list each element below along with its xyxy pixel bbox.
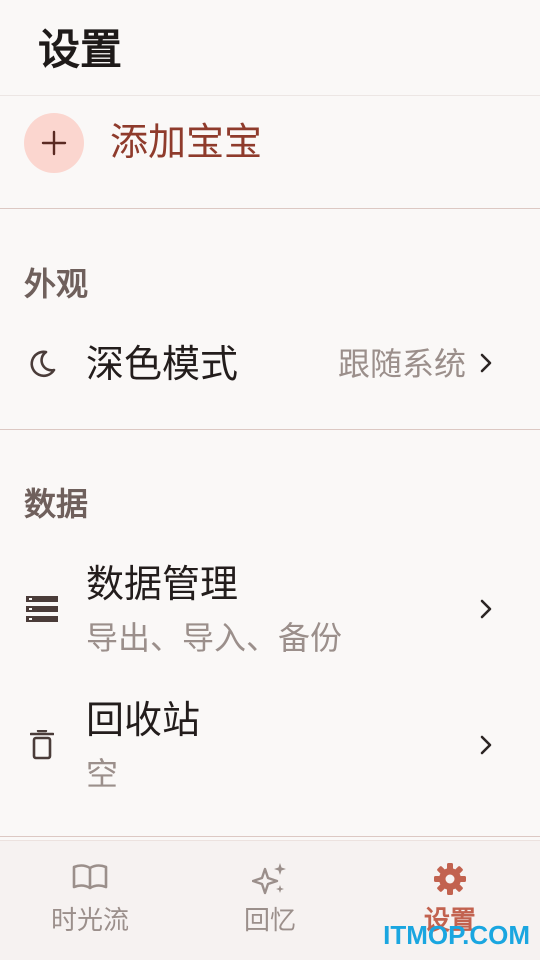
data-management-row[interactable]: 数据管理 导出、导入、备份 (0, 552, 540, 664)
data-management-subtitle: 导出、导入、备份 (86, 619, 343, 657)
add-baby-label: 添加宝宝 (110, 120, 263, 164)
gear-icon (434, 863, 466, 895)
trash-icon (30, 730, 54, 760)
nav-label-memories: 回忆 (243, 906, 296, 936)
nav-label-timeline: 时光流 (50, 906, 129, 936)
moon-icon (30, 350, 56, 378)
recycle-bin-row[interactable]: 回收站 空 (0, 688, 540, 800)
dark-mode-value: 跟随系统 (337, 345, 466, 383)
book-open-icon (72, 864, 108, 890)
nav-item-timeline[interactable]: 时光流 (0, 841, 180, 960)
watermark-text: ITMOP.COM (383, 920, 530, 950)
data-management-title: 数据管理 (86, 562, 239, 606)
add-baby-button[interactable]: 添加宝宝 (0, 96, 540, 209)
page-title: 设置 (38, 25, 123, 74)
dark-mode-title: 深色模式 (86, 342, 239, 386)
section-divider (0, 836, 540, 837)
recycle-bin-title: 回收站 (86, 698, 201, 742)
chevron-right-icon (480, 353, 492, 373)
section-divider (0, 429, 540, 430)
chevron-right-icon (480, 599, 492, 619)
sparkles-icon (252, 863, 286, 895)
appearance-section-title: 外观 (24, 265, 89, 303)
chevron-right-icon (480, 735, 492, 755)
data-section-title: 数据 (24, 485, 89, 523)
nav-item-memories[interactable]: 回忆 (180, 841, 360, 960)
dark-mode-row[interactable]: 深色模式 跟随系统 (0, 322, 540, 406)
app-header: 设置 (0, 0, 540, 96)
plus-icon (41, 130, 67, 156)
recycle-bin-subtitle: 空 (86, 755, 119, 793)
add-baby-circle (24, 113, 84, 173)
storage-icon (26, 596, 58, 622)
